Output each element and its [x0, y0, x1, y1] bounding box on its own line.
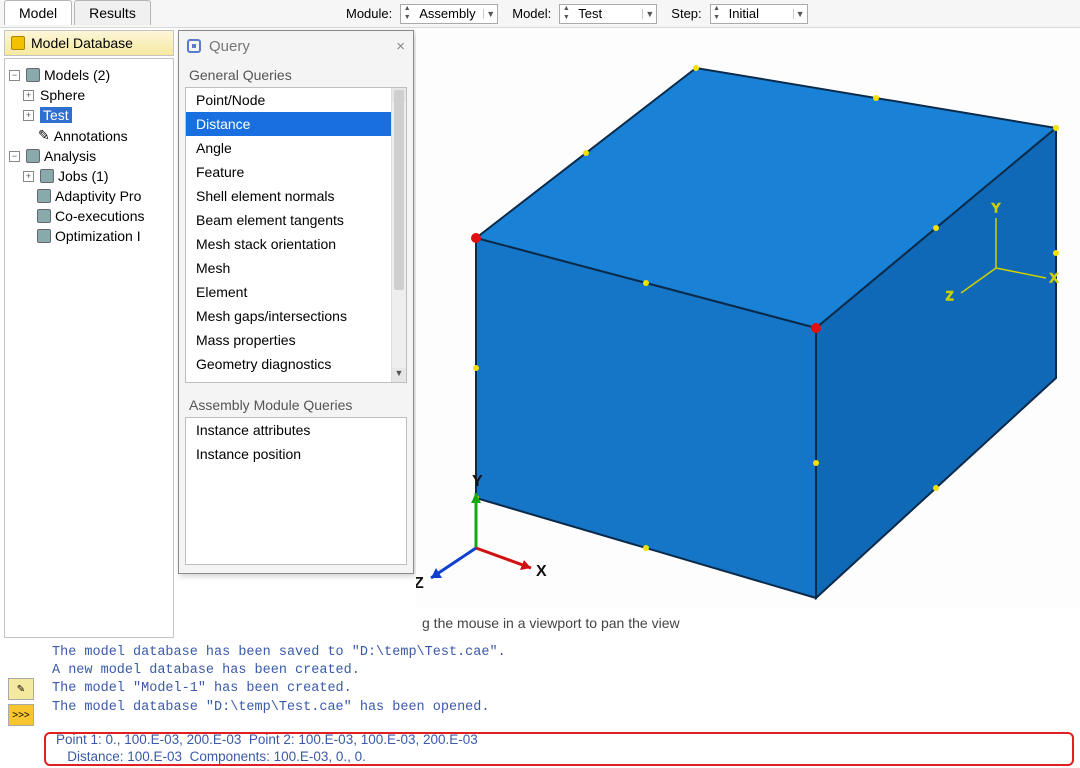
tree-node-adaptivity[interactable]: Adaptivity Pro [9, 186, 169, 206]
analysis-icon [26, 149, 40, 163]
query-item[interactable]: Beam element tangents [186, 208, 406, 232]
result-line: Point 1: 0., 100.E-03, 200.E-03 Point 2:… [56, 732, 1062, 749]
step-combo[interactable]: ▲▼ Initial ▼ [710, 4, 808, 24]
tree-label: Models (2) [44, 67, 110, 83]
result-line: Distance: 100.E-03 Components: 100.E-03,… [56, 749, 1062, 766]
chevron-down-icon[interactable]: ▼ [793, 9, 807, 19]
query-item[interactable]: Distance [186, 112, 406, 136]
tree-label: Annotations [54, 128, 128, 144]
chevron-down-icon[interactable]: ▼ [483, 9, 497, 19]
spin-down-icon[interactable]: ▼ [560, 14, 572, 23]
scrollbar[interactable]: ▲ ▼ [391, 88, 406, 382]
tree-label: Analysis [44, 148, 96, 164]
collapse-icon[interactable]: − [9, 70, 20, 81]
expand-icon[interactable]: + [23, 171, 34, 182]
tree-label: Jobs (1) [58, 168, 109, 184]
triad-x-label: X [536, 563, 547, 580]
model-tree: − Models (2) + Sphere + Test ✎Annotations −… [4, 58, 174, 638]
tab-model[interactable]: Model [4, 0, 72, 25]
module-queries-list[interactable]: Instance attributes Instance position [185, 417, 407, 565]
message-log-button[interactable]: ✎ [8, 678, 34, 700]
module-label: Module: [346, 6, 392, 21]
model-label: Model: [512, 6, 551, 21]
tree-node-coexecutions[interactable]: Co-executions [9, 206, 169, 226]
distance-result: Point 1: 0., 100.E-03, 200.E-03 Point 2:… [44, 732, 1074, 766]
general-queries-list[interactable]: Point/Node Distance Angle Feature Shell … [185, 87, 407, 383]
spin-down-icon[interactable]: ▼ [711, 14, 723, 23]
tree-label: Adaptivity Pro [55, 188, 141, 204]
triad-z-label: Z [416, 575, 424, 592]
close-icon[interactable]: × [396, 38, 405, 55]
tab-results[interactable]: Results [74, 0, 151, 25]
adaptivity-icon [37, 189, 51, 203]
jobs-icon [40, 169, 54, 183]
dialog-titlebar[interactable]: Query × [179, 31, 413, 61]
panel-title: Model Database [31, 35, 133, 51]
query-item[interactable]: Instance position [186, 442, 406, 466]
query-item[interactable]: Geometry diagnostics [186, 352, 406, 376]
module-value: Assembly [413, 6, 483, 21]
query-item[interactable]: Element [186, 280, 406, 304]
tree-node-annotations[interactable]: ✎Annotations [9, 125, 169, 146]
axis-x-label: X [1050, 271, 1058, 285]
log-toolbar: ✎ >>> [8, 678, 38, 730]
axis-y-label: Y [992, 201, 1000, 215]
dialog-title: Query [209, 38, 250, 55]
optimization-icon [37, 229, 51, 243]
query-item[interactable]: Instance attributes [186, 418, 406, 442]
spin-up-icon[interactable]: ▲ [401, 5, 413, 14]
query-item[interactable]: Mesh [186, 256, 406, 280]
models-icon [26, 68, 40, 82]
model-combo[interactable]: ▲▼ Test ▼ [559, 4, 657, 24]
scroll-down-icon[interactable]: ▼ [392, 368, 406, 382]
spin-up-icon[interactable]: ▲ [560, 5, 572, 14]
model-value: Test [572, 6, 642, 21]
tree-node-analysis[interactable]: − Analysis [9, 146, 169, 166]
cli-button[interactable]: >>> [8, 704, 34, 726]
query-item[interactable]: Feature [186, 160, 406, 184]
axis-z-label: Z [946, 289, 953, 303]
message-log[interactable]: The model database has been saved to "D:… [44, 640, 1074, 730]
query-item[interactable]: Mass properties [186, 328, 406, 352]
tree-node-jobs[interactable]: + Jobs (1) [9, 166, 169, 186]
tree-label: Sphere [40, 87, 85, 103]
tree-tabs: Model Results [4, 0, 153, 25]
module-combo[interactable]: ▲▼ Assembly ▼ [400, 4, 498, 24]
scrollbar-thumb[interactable] [394, 90, 404, 290]
viewport-3d[interactable]: Y X Z Y X Z [416, 28, 1080, 608]
tree-node-optimization[interactable]: Optimization I [9, 226, 169, 246]
query-item[interactable]: Mesh gaps/intersections [186, 304, 406, 328]
query-item[interactable]: Mesh stack orientation [186, 232, 406, 256]
database-icon [11, 36, 25, 50]
query-icon [187, 39, 201, 53]
query-item[interactable]: Angle [186, 136, 406, 160]
step-value: Initial [723, 6, 793, 21]
tree-node-models[interactable]: − Models (2) [9, 65, 169, 85]
tree-label: Test [40, 107, 72, 123]
chevron-down-icon[interactable]: ▼ [642, 9, 656, 19]
tree-node-test[interactable]: + Test [9, 105, 169, 125]
module-queries-label: Assembly Module Queries [179, 391, 413, 417]
query-dialog: Query × General Queries Point/Node Dista… [178, 30, 414, 574]
query-item[interactable]: Shell element normals [186, 184, 406, 208]
spin-up-icon[interactable]: ▲ [711, 5, 723, 14]
spin-down-icon[interactable]: ▼ [401, 14, 413, 23]
tree-label: Optimization I [55, 228, 141, 244]
expand-icon[interactable]: + [23, 90, 34, 101]
general-queries-label: General Queries [179, 61, 413, 87]
context-bar: Module: ▲▼ Assembly ▼ Model: ▲▼ Test ▼ S… [0, 0, 1080, 28]
tree-label: Co-executions [55, 208, 145, 224]
collapse-icon[interactable]: − [9, 151, 20, 162]
expand-icon[interactable]: + [23, 110, 34, 121]
triad-y-label: Y [472, 473, 483, 490]
step-label: Step: [671, 6, 701, 21]
prompt-hint: g the mouse in a viewport to pan the vie… [416, 610, 1080, 636]
panel-header: Model Database [4, 30, 174, 56]
coexec-icon [37, 209, 51, 223]
hint-text: g the mouse in a viewport to pan the vie… [422, 615, 680, 631]
tree-node-sphere[interactable]: + Sphere [9, 85, 169, 105]
query-item[interactable]: Point/Node [186, 88, 406, 112]
